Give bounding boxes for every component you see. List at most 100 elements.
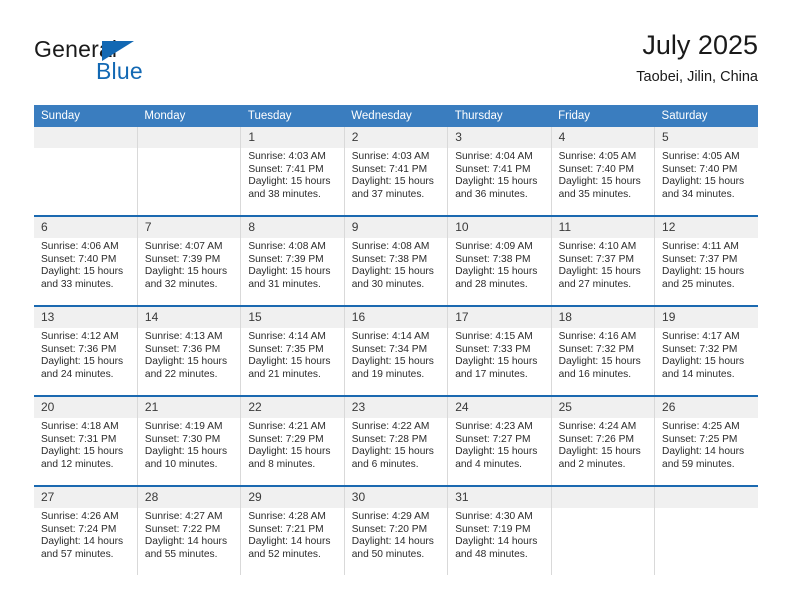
page-header: General Blue July 2025 Taobei, Jilin, Ch… [34,28,758,100]
day-cell[interactable]: Sunrise: 4:14 AM Sunset: 7:35 PM Daylight:… [240,328,345,395]
day-cell[interactable]: Sunrise: 4:30 AM Sunset: 7:19 PM Daylight:… [447,508,552,575]
sunrise-text: Sunrise: 4:09 AM [455,241,533,252]
daylight-text: Daylight: 15 hours and 36 minutes. [455,176,538,200]
sunset-text: Sunset: 7:36 PM [41,343,117,355]
sunrise-text: Sunrise: 4:18 AM [41,421,119,432]
sunrise-text: Sunrise: 4:25 AM [662,421,740,432]
day-cell[interactable]: Sunrise: 4:17 AM Sunset: 7:32 PM Daylight:… [654,328,758,395]
day-cell[interactable]: Sunrise: 4:16 AM Sunset: 7:32 PM Daylight:… [550,328,655,395]
day-cell[interactable]: Sunrise: 4:19 AM Sunset: 7:30 PM Daylight:… [136,418,241,485]
day-cell[interactable]: Sunrise: 4:08 AM Sunset: 7:39 PM Daylight:… [240,238,345,305]
sunset-text: Sunset: 7:40 PM [41,253,117,265]
sunrise-text: Sunrise: 4:29 AM [351,511,430,522]
daylight-text: Daylight: 15 hours and 14 minutes. [662,356,745,380]
day-number [34,127,138,148]
day-cell[interactable]: Sunrise: 4:29 AM Sunset: 7:20 PM Daylight:… [343,508,448,575]
daylight-text: Daylight: 14 hours and 55 minutes. [144,536,228,560]
sunset-text: Sunset: 7:33 PM [455,343,531,355]
daylight-text: Daylight: 15 hours and 24 minutes. [41,356,124,380]
sunset-text: Sunset: 7:20 PM [351,523,428,535]
brand-name-blue: Blue [96,58,143,84]
sunrise-text: Sunrise: 4:22 AM [351,421,430,432]
day-number: 19 [654,307,758,328]
day-number: 8 [240,217,345,238]
sunset-text: Sunset: 7:39 PM [248,253,324,265]
daylight-text: Daylight: 15 hours and 6 minutes. [351,446,434,470]
weekday-header-friday: Friday [551,105,655,127]
daylight-text: Daylight: 15 hours and 30 minutes. [351,266,434,290]
sunrise-text: Sunrise: 4:14 AM [351,331,430,342]
sunset-text: Sunset: 7:31 PM [41,433,117,445]
day-number: 28 [136,487,241,508]
day-number: 13 [34,307,138,328]
calendar-header-row: Sunday Monday Tuesday Wednesday Thursday… [34,105,758,127]
sunset-text: Sunset: 7:37 PM [662,253,738,265]
day-cell[interactable]: Sunrise: 4:23 AM Sunset: 7:27 PM Daylight:… [447,418,552,485]
day-number [136,127,241,148]
day-cell[interactable] [34,148,138,215]
day-cell[interactable]: Sunrise: 4:03 AM Sunset: 7:41 PM Daylight:… [240,148,345,215]
day-cell[interactable]: Sunrise: 4:25 AM Sunset: 7:25 PM Daylight:… [654,418,758,485]
day-number: 12 [654,217,758,238]
day-cell[interactable]: Sunrise: 4:27 AM Sunset: 7:22 PM Daylight:… [136,508,241,575]
daylight-text: Daylight: 15 hours and 31 minutes. [248,266,331,290]
day-number: 3 [447,127,552,148]
day-number: 11 [550,217,655,238]
day-cell[interactable]: Sunrise: 4:15 AM Sunset: 7:33 PM Daylight:… [447,328,552,395]
day-number [654,487,758,508]
week-5-date-row: 27 28 29 30 31 [34,487,758,508]
weekday-header-wednesday: Wednesday [344,105,448,127]
sunrise-text: Sunrise: 4:05 AM [558,151,637,162]
sunset-text: Sunset: 7:26 PM [558,433,634,445]
sunrise-text: Sunrise: 4:14 AM [248,331,326,342]
day-cell[interactable]: Sunrise: 4:05 AM Sunset: 7:40 PM Daylight:… [550,148,655,215]
sunrise-text: Sunrise: 4:12 AM [41,331,119,342]
day-cell[interactable]: Sunrise: 4:03 AM Sunset: 7:41 PM Daylight:… [343,148,448,215]
sunrise-text: Sunrise: 4:05 AM [662,151,740,162]
day-number: 29 [240,487,345,508]
day-cell[interactable]: Sunrise: 4:18 AM Sunset: 7:31 PM Daylight:… [34,418,138,485]
day-cell[interactable] [550,508,655,575]
weekday-header-tuesday: Tuesday [240,105,345,127]
day-cell[interactable]: Sunrise: 4:07 AM Sunset: 7:39 PM Daylight:… [136,238,241,305]
day-cell[interactable] [654,508,758,575]
brand-logo[interactable]: General Blue [34,36,254,94]
day-number: 26 [654,397,758,418]
day-cell[interactable]: Sunrise: 4:13 AM Sunset: 7:36 PM Daylight:… [136,328,241,395]
daylight-text: Daylight: 15 hours and 17 minutes. [455,356,538,380]
location-subtitle: Taobei, Jilin, China [636,69,758,85]
day-cell[interactable]: Sunrise: 4:26 AM Sunset: 7:24 PM Daylight:… [34,508,138,575]
sunset-text: Sunset: 7:39 PM [144,253,221,265]
day-cell[interactable] [136,148,241,215]
day-cell[interactable]: Sunrise: 4:21 AM Sunset: 7:29 PM Daylight:… [240,418,345,485]
day-cell[interactable]: Sunrise: 4:24 AM Sunset: 7:26 PM Daylight:… [550,418,655,485]
sunrise-text: Sunrise: 4:08 AM [248,241,326,252]
day-cell[interactable]: Sunrise: 4:11 AM Sunset: 7:37 PM Daylight:… [654,238,758,305]
day-number: 7 [136,217,241,238]
day-cell[interactable]: Sunrise: 4:14 AM Sunset: 7:34 PM Daylight:… [343,328,448,395]
day-number: 15 [240,307,345,328]
day-cell[interactable]: Sunrise: 4:08 AM Sunset: 7:38 PM Daylight:… [343,238,448,305]
day-number: 16 [343,307,448,328]
day-number: 24 [447,397,552,418]
daylight-text: Daylight: 14 hours and 50 minutes. [351,536,434,560]
daylight-text: Daylight: 15 hours and 34 minutes. [662,176,745,200]
day-cell[interactable]: Sunrise: 4:04 AM Sunset: 7:41 PM Daylight:… [447,148,552,215]
day-number: 2 [343,127,448,148]
sunrise-text: Sunrise: 4:06 AM [41,241,119,252]
sunrise-text: Sunrise: 4:28 AM [248,511,326,522]
day-cell[interactable]: Sunrise: 4:10 AM Sunset: 7:37 PM Daylight:… [550,238,655,305]
sunset-text: Sunset: 7:27 PM [455,433,531,445]
day-cell[interactable]: Sunrise: 4:12 AM Sunset: 7:36 PM Daylight:… [34,328,138,395]
daylight-text: Daylight: 14 hours and 59 minutes. [662,446,745,470]
day-cell[interactable]: Sunrise: 4:05 AM Sunset: 7:40 PM Daylight:… [654,148,758,215]
day-cell[interactable]: Sunrise: 4:09 AM Sunset: 7:38 PM Daylight:… [447,238,552,305]
day-number: 21 [136,397,241,418]
day-cell[interactable]: Sunrise: 4:06 AM Sunset: 7:40 PM Daylight:… [34,238,138,305]
week-2-info-row: Sunrise: 4:06 AM Sunset: 7:40 PM Daylight:… [34,238,758,305]
day-number: 31 [447,487,552,508]
day-cell[interactable]: Sunrise: 4:28 AM Sunset: 7:21 PM Daylight:… [240,508,345,575]
daylight-text: Daylight: 15 hours and 32 minutes. [144,266,228,290]
calendar-body: 1 2 3 4 5 Sunrise: 4:03 AM Sunset: 7:41 P… [34,127,758,575]
day-cell[interactable]: Sunrise: 4:22 AM Sunset: 7:28 PM Daylight:… [343,418,448,485]
